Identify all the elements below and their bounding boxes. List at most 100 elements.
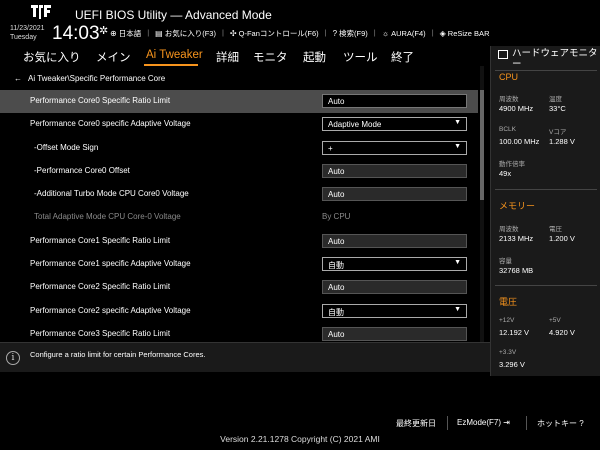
setting-input[interactable]: Auto bbox=[322, 163, 467, 178]
v5-label: +5V bbox=[549, 317, 561, 324]
setting-input[interactable]: Auto bbox=[322, 94, 467, 108]
tab-advanced[interactable]: 詳細 bbox=[216, 49, 239, 65]
setting-input[interactable]: Auto bbox=[322, 326, 467, 341]
setting-row[interactable]: Performance Core0 Specific Ratio Limit A… bbox=[0, 90, 478, 114]
v33-value: 3.296 V bbox=[499, 360, 525, 369]
tab-tool[interactable]: ツール bbox=[343, 49, 378, 65]
toolbar-divider: | bbox=[373, 28, 376, 37]
mem-volt-value: 1.200 V bbox=[549, 234, 575, 243]
dropdown-value: Adaptive Mode bbox=[328, 120, 382, 130]
toolbar-divider: | bbox=[147, 28, 150, 37]
last-modified-button[interactable]: 最終更新日 bbox=[396, 418, 436, 429]
tuf-logo-icon bbox=[31, 5, 51, 19]
aura-button[interactable]: ☼ AURA(F4) bbox=[382, 28, 426, 39]
qfan-button[interactable]: ✣ Q-Fanコントロール(F6) bbox=[230, 28, 319, 39]
fan-icon: ✣ bbox=[229, 29, 237, 38]
tab-ai-tweaker[interactable]: Ai Tweaker bbox=[146, 49, 203, 61]
hotkeys-label: ホットキー bbox=[537, 419, 577, 428]
settings-list: Performance Core0 Specific Ratio Limit A… bbox=[0, 90, 478, 346]
tab-exit[interactable]: 終了 bbox=[391, 49, 414, 65]
setting-row[interactable]: Performance Core0 specific Adaptive Volt… bbox=[0, 113, 478, 136]
back-arrow-icon[interactable]: ← bbox=[14, 74, 22, 83]
setting-label: Performance Core0 Specific Ratio Limit bbox=[30, 96, 171, 105]
setting-label: -Performance Core0 Offset bbox=[34, 165, 130, 175]
copyright-text: Version 2.21.1278 Copyright (C) 2021 AMI bbox=[220, 434, 380, 444]
setting-input[interactable]: Auto bbox=[322, 187, 467, 202]
setting-label: -Offset Mode Sign bbox=[34, 142, 99, 152]
setting-dropdown[interactable]: Adaptive Mode ▼ bbox=[322, 117, 467, 132]
resize-bar-icon: ◈ bbox=[439, 29, 446, 38]
footer-divider bbox=[447, 416, 448, 430]
setting-label: Total Adaptive Mode CPU Core-0 Voltage bbox=[34, 212, 181, 222]
monitor-icon bbox=[498, 50, 508, 59]
v33-label: +3.3V bbox=[499, 349, 517, 356]
info-icon: i bbox=[6, 351, 20, 365]
ratio-value: 49x bbox=[499, 169, 512, 178]
setting-label: Performance Core2 Specific Ratio Limit bbox=[30, 282, 171, 292]
favorites-label: お気に入り(F3) bbox=[164, 29, 216, 38]
voltage-section-title: 電圧 bbox=[499, 297, 518, 307]
toolbar-divider: | bbox=[431, 28, 434, 37]
ratio-label: 動作倍率 bbox=[499, 161, 525, 168]
tab-favorites[interactable]: お気に入り bbox=[23, 49, 81, 65]
bclk-label: BCLK bbox=[499, 126, 516, 133]
setting-label: -Additional Turbo Mode CPU Core0 Voltage bbox=[34, 189, 189, 199]
setting-dropdown[interactable]: + ▼ bbox=[322, 140, 467, 155]
divider bbox=[495, 189, 597, 190]
help-icon: ? bbox=[577, 419, 584, 428]
ezmode-label: EzMode(F7) bbox=[457, 418, 502, 427]
setting-label: Performance Core0 specific Adaptive Volt… bbox=[30, 119, 191, 129]
setting-label: Performance Core2 specific Adaptive Volt… bbox=[30, 305, 191, 315]
setting-row[interactable]: Performance Core1 specific Adaptive Volt… bbox=[0, 253, 478, 276]
date-display: 11/23/2021 Tuesday bbox=[10, 24, 45, 42]
resize-bar-button[interactable]: ◈ ReSize BAR bbox=[440, 28, 490, 39]
setting-dropdown[interactable]: 自動 ▼ bbox=[322, 257, 467, 272]
breadcrumb[interactable]: ← Ai Tweaker\Specific Performance Core bbox=[14, 74, 165, 83]
aura-label: AURA(F4) bbox=[391, 29, 426, 38]
v12-value: 12.192 V bbox=[499, 328, 530, 337]
cpu-temp-label: 温度 bbox=[549, 96, 562, 103]
setting-label: Performance Core1 Specific Ratio Limit bbox=[30, 235, 171, 245]
help-bar: i Configure a ratio limit for certain Pe… bbox=[0, 342, 490, 372]
setting-row[interactable]: Performance Core2 Specific Ratio Limit A… bbox=[0, 276, 478, 299]
favorite-icon: ▤ bbox=[155, 29, 163, 38]
tab-main[interactable]: メイン bbox=[96, 49, 131, 65]
setting-input[interactable]: Auto bbox=[322, 280, 467, 295]
gear-icon[interactable]: ✲ bbox=[99, 24, 108, 37]
ezmode-button[interactable]: EzMode(F7) ⇥ bbox=[457, 418, 510, 427]
language-button[interactable]: ⊕ 日本語 bbox=[110, 28, 141, 39]
aura-icon: ☼ bbox=[381, 29, 390, 38]
search-button[interactable]: ? 検索(F9) bbox=[333, 28, 368, 39]
mem-freq-value: 2133 MHz bbox=[499, 234, 534, 243]
main-menu: お気に入り メイン Ai Tweaker 詳細 モニタ 起動 ツール 終了 bbox=[0, 46, 490, 66]
mem-cap-label: 容量 bbox=[499, 258, 512, 265]
chevron-down-icon: ▼ bbox=[454, 305, 461, 313]
settings-panel: ← Ai Tweaker\Specific Performance Core Pe… bbox=[0, 66, 490, 342]
setting-label: Performance Core3 Specific Ratio Limit bbox=[30, 328, 171, 338]
setting-row[interactable]: Performance Core1 Specific Ratio Limit A… bbox=[0, 230, 478, 253]
setting-row[interactable]: -Offset Mode Sign + ▼ bbox=[0, 137, 478, 160]
mem-freq-label: 周波数 bbox=[499, 226, 519, 233]
mem-volt-label: 電圧 bbox=[549, 226, 562, 233]
scrollbar-thumb[interactable] bbox=[480, 90, 484, 200]
dropdown-value: + bbox=[328, 143, 333, 153]
dropdown-value: 自動 bbox=[328, 261, 344, 271]
setting-dropdown[interactable]: 自動 ▼ bbox=[322, 303, 467, 318]
search-label: 検索(F9) bbox=[339, 29, 368, 38]
day-text: Tuesday bbox=[10, 34, 37, 41]
favorites-button[interactable]: ▤ お気に入り(F3) bbox=[155, 28, 216, 39]
chevron-down-icon: ▼ bbox=[454, 119, 461, 127]
v5-value: 4.920 V bbox=[549, 328, 575, 337]
dropdown-value: 自動 bbox=[328, 307, 344, 317]
setting-input[interactable]: Auto bbox=[322, 233, 467, 248]
hotkeys-button[interactable]: ホットキー ? bbox=[537, 418, 584, 429]
footer-bar: 最終更新日 EzMode(F7) ⇥ ホットキー ? Version 2.21.… bbox=[0, 410, 600, 450]
setting-row: Total Adaptive Mode CPU Core-0 Voltage B… bbox=[0, 206, 478, 229]
setting-row[interactable]: -Additional Turbo Mode CPU Core0 Voltage… bbox=[0, 183, 478, 206]
setting-row[interactable]: Performance Core2 specific Adaptive Volt… bbox=[0, 300, 478, 323]
toolbar-divider: | bbox=[324, 28, 327, 37]
vcore-label: Vコア bbox=[549, 129, 567, 136]
tab-boot[interactable]: 起動 bbox=[303, 49, 326, 65]
setting-row[interactable]: -Performance Core0 Offset Auto bbox=[0, 160, 478, 183]
tab-monitor[interactable]: モニタ bbox=[253, 49, 288, 65]
